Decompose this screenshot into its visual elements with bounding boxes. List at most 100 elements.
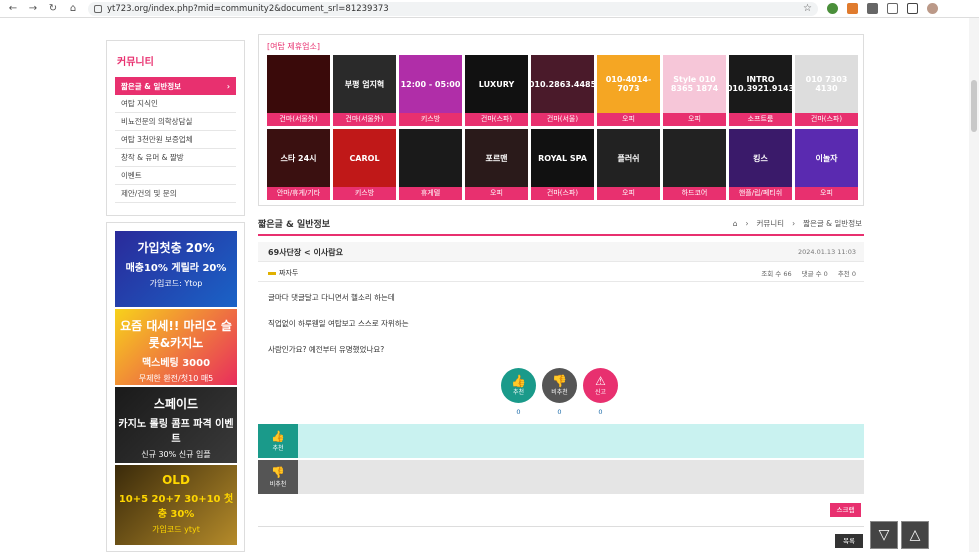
affiliate-tile[interactable]: 킹스 핸플/립/페티쉬 xyxy=(729,129,792,200)
banner-subline: 카지노 롤링 콤프 파격 이벤트 xyxy=(118,419,234,445)
scroll-down-icon[interactable]: ▽ xyxy=(870,521,898,549)
page-scrollbar[interactable] xyxy=(969,18,979,552)
affiliate-caption: 하드코어 xyxy=(663,187,726,200)
sidebar-item-humor[interactable]: 창작 & 유머 & 짤방 xyxy=(115,149,236,167)
sidebar-item-urology[interactable]: 비뇨전문의 의학상담실 xyxy=(115,113,236,131)
affiliate-caption: 휴게텔 xyxy=(399,187,462,200)
scrollbar-thumb[interactable] xyxy=(971,80,977,132)
affiliate-tile[interactable]: CAROL 키스방 xyxy=(333,129,396,200)
banner-code: 가입코드 ytyt xyxy=(152,525,200,534)
url-text: yt723.org/index.php?mid=community2&docum… xyxy=(107,3,389,14)
post-author[interactable]: 짜자두 xyxy=(268,268,298,278)
affiliate-tile[interactable]: Style 010 8365 1874 오피 xyxy=(663,55,726,126)
affiliate-tile[interactable]: 010-4014-7073 오피 xyxy=(597,55,660,126)
sidebar-item-short-posts[interactable]: 짧은글 & 일반정보 › xyxy=(115,77,236,95)
affiliate-tile[interactable]: 하드코어 xyxy=(663,129,726,200)
affiliate-tile[interactable]: 스타 24시 안마/휴게/기타 xyxy=(267,129,330,200)
affiliate-caption: 키스방 xyxy=(399,113,462,126)
address-bar[interactable]: yt723.org/index.php?mid=community2&docum… xyxy=(88,1,818,16)
board-header: 짧은글 & 일반정보 ⌂ › 커뮤니티 › 짧은글 & 일반정보 xyxy=(258,214,864,236)
extension-icon[interactable] xyxy=(827,3,838,14)
affiliate-image: ROYAL SPA xyxy=(531,129,594,187)
banner-code: 가입코드: Ytop xyxy=(149,279,203,288)
sidebar-item-suggestion[interactable]: 제안/건의 및 문의 xyxy=(115,185,236,203)
banner-subline: 맥스베팅 3000 xyxy=(141,358,211,369)
breadcrumb-item[interactable]: 짧은글 & 일반정보 xyxy=(803,218,862,229)
affiliate-image: 010.2863.4485 xyxy=(531,55,594,113)
affiliate-caption: 건마(서울) xyxy=(531,113,594,126)
affiliate-tile[interactable]: INTRO 010.3921.9143 소프트룸 xyxy=(729,55,792,126)
scroll-up-icon[interactable]: △ xyxy=(901,521,929,549)
home-icon[interactable]: ⌂ xyxy=(733,219,738,228)
recommend-count: 0 xyxy=(516,408,521,416)
not-recommend-list-label: 👎 비추천 xyxy=(258,460,298,494)
affiliate-image: 12:00 - 05:00 xyxy=(399,55,462,113)
comment-count: 댓글 수 0 xyxy=(801,270,828,278)
extension-icon[interactable] xyxy=(867,3,878,14)
not-recommend-button[interactable]: 👎 비추천 xyxy=(542,368,577,403)
banner-code: 신규 30% 신규 입플 xyxy=(141,450,211,459)
banner-column: 가입첫충 20% 매충10% 게릴라 20% 가입코드: Ytop 요즘 대세!… xyxy=(106,222,245,552)
forward-icon[interactable]: → xyxy=(26,2,40,16)
ad-banner[interactable]: 가입첫충 20% 매충10% 게릴라 20% 가입코드: Ytop xyxy=(115,231,237,307)
affiliate-grid: 건마(서울外) 부평 엄지혁 건마(서울外) 12:00 - 05:00 키스방 LUXU… xyxy=(267,55,858,200)
post-line: 글마다 댓글달고 다니면서 헬소리 하는데 xyxy=(268,293,395,302)
extensions-puzzle-icon[interactable] xyxy=(887,3,898,14)
affiliate-caption: 키스방 xyxy=(333,187,396,200)
ad-banner[interactable]: 요즘 대세!! 마리오 슬롯&카지노 맥스베팅 3000 무제한 환전/첫10 … xyxy=(115,309,237,385)
view-count: 조회 수 66 xyxy=(761,270,792,278)
side-panel-icon[interactable] xyxy=(907,3,918,14)
sidebar-item-guarantee[interactable]: 여탑 3천만원 보증업체 xyxy=(115,131,236,149)
breadcrumb-separator-icon: › xyxy=(792,219,796,228)
affiliate-tile[interactable]: 건마(서울外) xyxy=(267,55,330,126)
not-recommend-label: 비추천 xyxy=(551,389,568,396)
recommend-list-text: 추천 xyxy=(272,445,284,452)
sidebar-item-knowledge[interactable]: 여탑 지식인 xyxy=(115,95,236,113)
affiliate-image: 부평 엄지혁 xyxy=(333,55,396,113)
recommend-count: 추천 0 xyxy=(837,270,856,278)
affiliate-image: 킹스 xyxy=(729,129,792,187)
affiliate-tile[interactable]: 플러쉬 오피 xyxy=(597,129,660,200)
affiliate-tile[interactable]: 010 7303 4130 건마(스파) xyxy=(795,55,858,126)
affiliate-caption: 오피 xyxy=(597,113,660,126)
sidebar-title: 커뮤니티 xyxy=(117,57,154,68)
sidebar-item-event[interactable]: 이벤트 xyxy=(115,167,236,185)
affiliate-image: CAROL xyxy=(333,129,396,187)
extension-icon[interactable] xyxy=(847,3,858,14)
divider xyxy=(258,526,864,527)
affiliate-tile[interactable]: 12:00 - 05:00 키스방 xyxy=(399,55,462,126)
affiliate-caption: 건마(스파) xyxy=(465,113,528,126)
affiliate-tile[interactable]: 이놀자 오피 xyxy=(795,129,858,200)
back-icon[interactable]: ← xyxy=(6,2,20,16)
ad-banner[interactable]: OLD 10+5 20+7 30+10 첫충 30% 가입코드 ytyt xyxy=(115,465,237,545)
post-title: 69사단장 < 이사람요 xyxy=(268,248,343,257)
not-recommend-list-text: 비추천 xyxy=(269,481,287,488)
board-title: 짧은글 & 일반정보 xyxy=(258,220,331,230)
profile-avatar[interactable] xyxy=(927,3,938,14)
siren-icon: ⚠ xyxy=(595,374,606,388)
ad-banner[interactable]: 스페이드 카지노 롤링 콤프 파격 이벤트 신규 30% 신규 입플 xyxy=(115,387,237,463)
report-button[interactable]: ⚠ 신고 xyxy=(583,368,618,403)
breadcrumb-item[interactable]: 커뮤니티 xyxy=(756,218,784,229)
banner-headline: OLD xyxy=(162,473,190,487)
affiliate-tile[interactable]: 부평 엄지혁 건마(서울外) xyxy=(333,55,396,126)
bookmark-star-icon[interactable]: ☆ xyxy=(803,3,812,14)
scrap-button[interactable]: 스크랩 xyxy=(830,503,861,517)
affiliate-tile[interactable]: 휴게텔 xyxy=(399,129,462,200)
affiliate-tile[interactable]: LUXURY 건마(스파) xyxy=(465,55,528,126)
affiliate-image: LUXURY xyxy=(465,55,528,113)
post-line: 직업없이 하루웬일 여탑보고 스스로 자위하는 xyxy=(268,319,409,328)
banner-code: 무제한 환전/첫10 매5 xyxy=(138,374,214,383)
site-info-icon[interactable] xyxy=(94,4,102,13)
affiliate-tile[interactable]: ROYAL SPA 건마(스파) xyxy=(531,129,594,200)
affiliate-caption: 핸플/립/페티쉬 xyxy=(729,187,792,200)
affiliate-caption: 오피 xyxy=(597,187,660,200)
post-date: 2024.01.13 11:03 xyxy=(797,248,856,256)
affiliate-tile[interactable]: 010.2863.4485 건마(서울) xyxy=(531,55,594,126)
recommend-button[interactable]: 👍 추천 xyxy=(501,368,536,403)
list-button[interactable]: 목록 xyxy=(835,534,863,548)
affiliate-caption: 오피 xyxy=(795,187,858,200)
home-icon[interactable]: ⌂ xyxy=(66,2,80,16)
reload-icon[interactable]: ↻ xyxy=(46,2,60,16)
affiliate-tile[interactable]: 포르맨 오피 xyxy=(465,129,528,200)
